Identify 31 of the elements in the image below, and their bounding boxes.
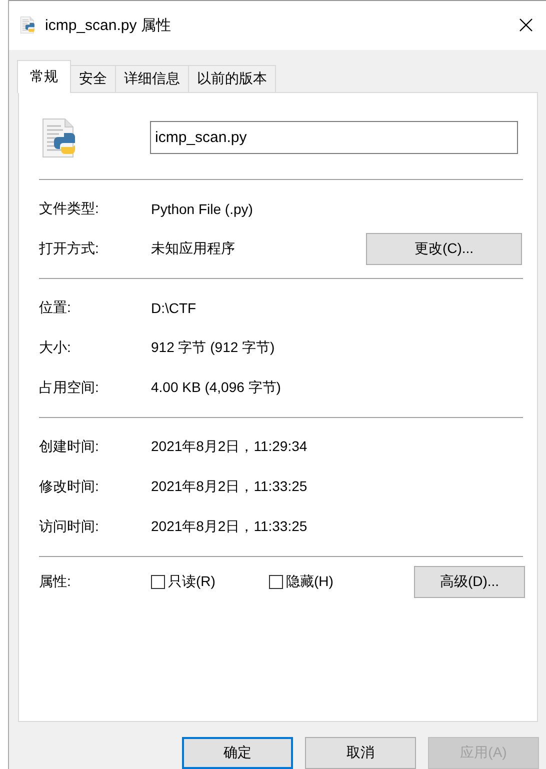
close-icon[interactable] [518,17,534,34]
field-label: 占用空间: [39,378,100,397]
field-label: 打开方式: [39,240,100,258]
checkbox-label[interactable]: 隐藏(H) [286,572,334,591]
field-label: 访问时间: [39,518,100,536]
field-label: 文件类型: [39,200,100,218]
advanced-button[interactable]: 高级(D)... [414,566,525,598]
field-label: 创建时间: [39,438,100,456]
field-value: 4.00 KB (4,096 字节) [151,378,282,397]
field-value: 2021年8月2日，11:29:34 [151,438,308,456]
field-value: 912 字节 (912 字节) [151,338,276,357]
field-label: 属性: [39,572,72,591]
field-value: 2021年8月2日，11:33:25 [151,518,308,536]
field-value: 未知应用程序 [151,240,236,258]
dialog-button[interactable]: 取消 [305,737,416,769]
field-label: 大小: [39,338,72,357]
field-value: 2021年8月2日，11:33:25 [151,478,308,496]
field-value: Python File (.py) [151,200,254,217]
title-file-icon [19,16,37,34]
field-label: 位置: [39,298,72,317]
tab[interactable]: 以前的版本 [188,64,276,92]
file-name-field[interactable]: icmp_scan.py [150,121,518,154]
change-button[interactable]: 更改(C)... [366,232,522,265]
dialog-button[interactable]: 确定 [182,737,293,769]
window-title: icmp_scan.py 属性 [45,16,172,35]
checkbox-label[interactable]: 只读(R) [168,572,216,591]
tab[interactable]: 常规 [17,60,71,93]
field-value: D:\CTF [151,300,198,316]
checkbox[interactable] [269,574,283,589]
field-label: 修改时间: [39,478,100,496]
checkbox[interactable] [151,574,165,589]
